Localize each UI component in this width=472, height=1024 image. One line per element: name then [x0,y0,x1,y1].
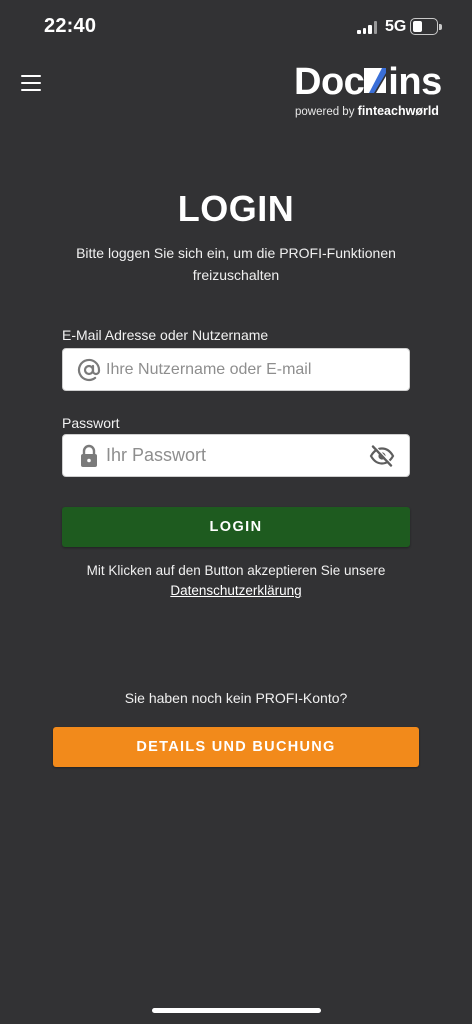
privacy-policy-link[interactable]: Datenschutzerklärung [170,583,301,598]
username-field[interactable] [62,348,410,391]
app-logo: Doc ins powered by finteachwørld [290,60,456,122]
signal-icon [357,21,378,34]
tagline-brand: finteachwørld [357,104,439,118]
logo-tagline: powered by finteachwørld [295,104,439,118]
password-label: Passwort [62,415,120,431]
logo-text-pre: Doc [294,61,365,103]
battery-icon [410,18,442,35]
home-indicator[interactable] [152,1008,321,1013]
eye-off-icon[interactable] [369,444,395,468]
at-sign-icon [77,358,101,382]
username-input[interactable] [106,349,356,390]
logo-text-post: ins [388,61,442,103]
network-label: 5G [385,18,407,35]
page-title: LOGIN [177,188,295,229]
password-field[interactable] [62,434,410,477]
lock-icon [81,444,97,467]
status-bar: 22:40 5G [0,0,472,54]
page-subtitle: Bitte loggen Sie sich ein, um die PROFI-… [76,245,396,283]
password-input[interactable] [106,435,356,476]
menu-button[interactable] [21,73,43,93]
logo-z-mark [364,66,388,96]
consent-text: Mit Klicken auf den Button akzeptieren S… [40,561,432,601]
status-time: 22:40 [44,15,97,37]
consent-message: Mit Klicken auf den Button akzeptieren S… [86,563,386,578]
tagline-prefix: powered by [295,106,355,118]
no-account-prompt: Sie haben noch kein PROFI-Konto? [124,690,348,706]
details-booking-button[interactable]: DETAILS UND BUCHUNG [53,727,419,767]
username-label: E-Mail Adresse oder Nutzername [62,327,269,343]
login-button[interactable]: LOGIN [62,507,410,547]
menu-icon [21,75,41,78]
